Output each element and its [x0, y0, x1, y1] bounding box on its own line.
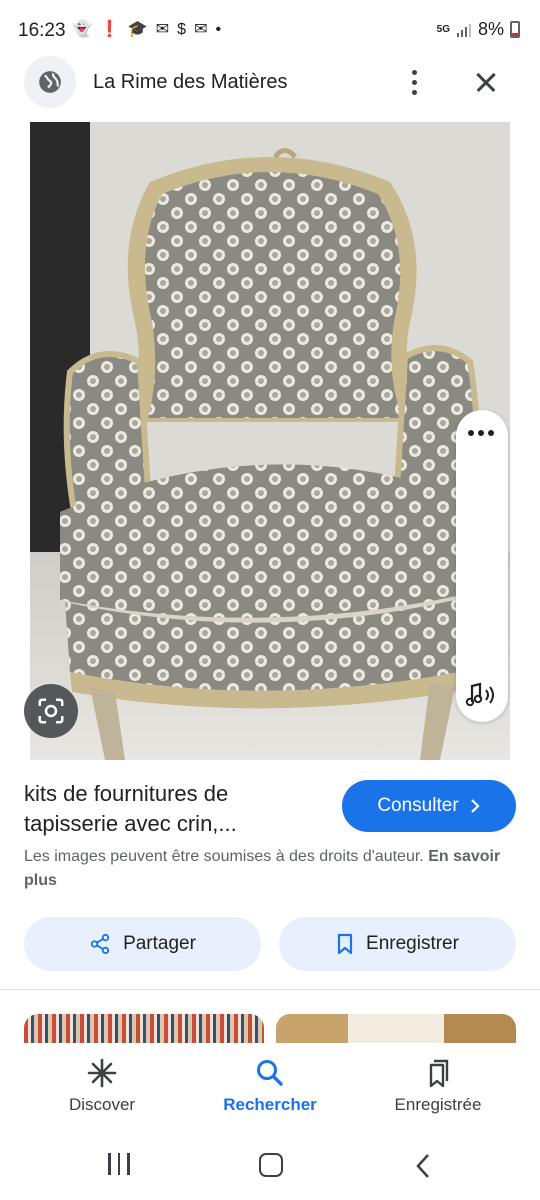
- save-label: Enregistrer: [366, 933, 459, 954]
- asterisk-icon: [87, 1058, 117, 1088]
- back-icon[interactable]: [414, 1153, 432, 1179]
- copyright-notice: Les images peuvent être soumises à des d…: [24, 845, 519, 893]
- nav-search[interactable]: Rechercher: [180, 1043, 360, 1135]
- more-options-icon[interactable]: [398, 62, 430, 102]
- mail-icon: ✉: [155, 21, 170, 38]
- related-image-thumbnail[interactable]: [276, 1014, 516, 1044]
- more-options-icon[interactable]: [468, 430, 494, 436]
- result-title[interactable]: kits de fournitures de tapisserie avec c…: [24, 779, 314, 839]
- status-bar: 16:23 👻 ❗ 🎓 ✉ $ ✉ • 5G 8%: [0, 0, 540, 60]
- site-name[interactable]: La Rime des Matières: [93, 71, 288, 94]
- nav-discover-label: Discover: [68, 1095, 136, 1114]
- graduation-icon: 🎓: [127, 21, 148, 38]
- nav-saved[interactable]: Enregistrée: [348, 1043, 528, 1135]
- share-label: Partager: [123, 933, 196, 954]
- read-aloud-icon[interactable]: [464, 680, 500, 710]
- snapchat-icon: 👻: [72, 21, 92, 38]
- viewer-header: La Rime des Matières: [0, 56, 540, 112]
- battery-percent: 8%: [477, 19, 504, 39]
- dot-icon: •: [215, 21, 222, 38]
- signal-icon: [456, 23, 471, 37]
- armchair-image[interactable]: [30, 122, 510, 760]
- nav-discover[interactable]: Discover: [12, 1043, 192, 1135]
- system-status: 5G 8%: [437, 19, 520, 40]
- lens-icon[interactable]: [24, 684, 78, 738]
- close-icon[interactable]: [466, 62, 506, 102]
- image-preview: [0, 122, 540, 760]
- share-button[interactable]: Partager: [24, 917, 261, 971]
- divider: [0, 989, 540, 990]
- nav-saved-label: Enregistrée: [394, 1095, 482, 1114]
- status-time: 16:23: [18, 20, 66, 41]
- notification-icons: 👻 ❗ 🎓 ✉ $ ✉ •: [72, 19, 221, 41]
- bottom-navigation: Discover Rechercher Enregistrée: [0, 1043, 540, 1135]
- search-icon: [257, 1060, 283, 1086]
- nav-search-label: Rechercher: [223, 1095, 317, 1114]
- related-image-thumbnail[interactable]: [24, 1014, 264, 1044]
- system-navigation-bar: [0, 1135, 540, 1200]
- share-icon: [90, 933, 110, 955]
- chevron-right-icon: [470, 799, 480, 813]
- consult-button[interactable]: Consulter: [342, 780, 516, 832]
- globe-icon[interactable]: [24, 56, 76, 108]
- mail-icon: ✉: [194, 21, 208, 38]
- alert-icon: ❗: [99, 21, 120, 38]
- battery-icon: [510, 21, 520, 38]
- save-button[interactable]: Enregistrer: [279, 917, 516, 971]
- floating-actions: [456, 410, 508, 722]
- consult-label: Consulter: [377, 795, 459, 816]
- network-type: 5G: [436, 23, 450, 35]
- dollar-icon: $: [177, 21, 187, 38]
- bookmarks-icon: [429, 1059, 449, 1088]
- recent-apps-icon[interactable]: [108, 1153, 130, 1175]
- copyright-text: Les images peuvent être soumises à des d…: [24, 848, 424, 865]
- home-icon[interactable]: [259, 1153, 283, 1177]
- bookmark-icon: [337, 933, 353, 955]
